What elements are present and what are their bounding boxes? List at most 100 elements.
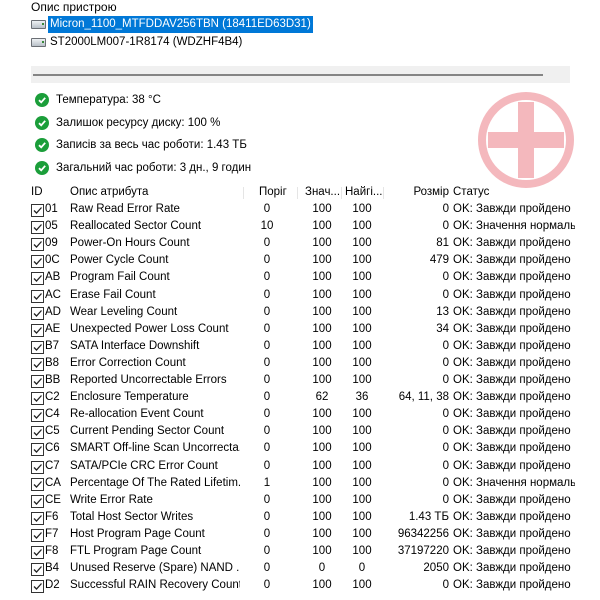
cell-worst: 100 bbox=[352, 408, 372, 421]
row-checkbox[interactable] bbox=[31, 375, 44, 389]
column-header-worst[interactable]: Найгі... bbox=[345, 184, 383, 201]
cell-status: OK: Завжди пройдено bbox=[453, 203, 571, 216]
cell-raw: 0 bbox=[442, 203, 449, 216]
row-checkbox[interactable] bbox=[31, 460, 44, 474]
table-row[interactable]: B4 Unused Reserve (Spare) NAND ... 0 0 0 2050… bbox=[29, 560, 575, 577]
cell-value: 100 bbox=[312, 254, 332, 267]
cell-status: OK: Завжди пройдено bbox=[453, 425, 571, 438]
scrollbar-thumb[interactable] bbox=[33, 74, 543, 76]
table-row[interactable]: CE Write Error Rate 0 100 100 0 OK: Завжди про… bbox=[29, 492, 575, 509]
device-list-horizontal-scrollbar[interactable] bbox=[31, 66, 570, 83]
cell-value: 100 bbox=[312, 288, 332, 301]
row-checkbox[interactable] bbox=[31, 443, 44, 457]
cell-worst: 100 bbox=[352, 476, 372, 489]
row-checkbox[interactable] bbox=[31, 494, 44, 508]
cell-worst: 100 bbox=[352, 288, 372, 301]
cell-worst: 100 bbox=[352, 237, 372, 250]
row-checkbox[interactable] bbox=[31, 580, 44, 594]
table-row[interactable]: AC Erase Fail Count 0 100 100 0 OK: Завжди про… bbox=[29, 287, 575, 304]
row-checkbox[interactable] bbox=[31, 357, 44, 371]
cell-raw: 81 bbox=[436, 237, 449, 250]
cell-worst: 100 bbox=[352, 527, 372, 540]
row-checkbox[interactable] bbox=[31, 204, 44, 218]
cell-raw: 0 bbox=[442, 493, 449, 506]
row-checkbox[interactable] bbox=[31, 563, 44, 577]
status-item: Записів за весь час роботи: 1.43 ТБ bbox=[35, 136, 247, 154]
cell-raw: 0 bbox=[442, 579, 449, 592]
cell-description: Re-allocation Event Count bbox=[70, 408, 204, 421]
cell-worst: 100 bbox=[352, 203, 372, 216]
cell-threshold: 0 bbox=[263, 562, 271, 575]
cell-value: 100 bbox=[312, 322, 332, 335]
cell-description: Host Program Page Count bbox=[70, 527, 205, 540]
cell-worst: 100 bbox=[352, 579, 372, 592]
cell-description: Error Correction Count bbox=[70, 356, 186, 369]
column-header-threshold[interactable]: Поріг bbox=[259, 184, 299, 201]
table-row[interactable]: B7 SATA Interface Downshift 0 100 100 0 OK: За… bbox=[29, 338, 575, 355]
cell-status: OK: Завжди пройдено bbox=[453, 459, 571, 472]
table-row[interactable]: F7 Host Program Page Count 0 100 100 96342256… bbox=[29, 526, 575, 543]
row-checkbox[interactable] bbox=[31, 272, 44, 286]
column-header-id[interactable]: ID bbox=[31, 184, 71, 201]
column-divider[interactable] bbox=[341, 187, 342, 199]
column-divider[interactable] bbox=[297, 187, 298, 199]
table-row[interactable]: CA Percentage Of The Rated Lifetim... 1 100… bbox=[29, 475, 575, 492]
cell-threshold: 0 bbox=[263, 305, 271, 318]
table-row[interactable]: B8 Error Correction Count 0 100 100 0 OK: Завж… bbox=[29, 355, 575, 372]
table-row[interactable]: C4 Re-allocation Event Count 0 100 100 0 OK: З… bbox=[29, 406, 575, 423]
table-row[interactable]: F8 FTL Program Page Count 0 100 100 37197220 O… bbox=[29, 543, 575, 560]
cell-threshold: 0 bbox=[263, 425, 271, 438]
cell-raw: 0 bbox=[442, 220, 449, 233]
row-checkbox[interactable] bbox=[31, 528, 44, 542]
ok-check-icon bbox=[35, 116, 49, 130]
device-item-micron[interactable]: Micron_1100_MTFDDAV256TBN (18411ED63D31) bbox=[31, 16, 313, 33]
table-row[interactable]: C6 SMART Off-line Scan Uncorrecta... 0 100 1… bbox=[29, 440, 575, 457]
cell-status: OK: Завжди пройдено bbox=[453, 374, 571, 387]
table-row[interactable]: 01 Raw Read Error Rate 0 100 100 0 OK: Завжди … bbox=[29, 201, 575, 218]
row-checkbox[interactable] bbox=[31, 545, 44, 559]
row-checkbox[interactable] bbox=[31, 477, 44, 491]
cell-status: OK: Значення нормальне bbox=[453, 476, 575, 489]
cell-description: Current Pending Sector Count bbox=[70, 425, 225, 438]
cell-raw: 479 bbox=[429, 254, 449, 267]
row-checkbox[interactable] bbox=[31, 392, 44, 406]
row-checkbox[interactable] bbox=[31, 409, 44, 423]
column-divider[interactable] bbox=[243, 187, 244, 199]
column-header-status[interactable]: Статус bbox=[453, 184, 575, 201]
table-row[interactable]: AE Unexpected Power Loss Count 0 100 100 34 OK… bbox=[29, 321, 575, 338]
device-item-seagate[interactable]: ST2000LM007-1R8174 (WDZHF4B4) bbox=[31, 34, 244, 51]
table-row[interactable]: 09 Power-On Hours Count 0 100 100 81 OK: Завжд… bbox=[29, 235, 575, 252]
table-row[interactable]: C5 Current Pending Sector Count 0 100 100 0 OK… bbox=[29, 423, 575, 440]
table-row[interactable]: D2 Successful RAIN Recovery Count 0 100 100 0… bbox=[29, 577, 575, 594]
column-header-description[interactable]: Опис атрибута bbox=[70, 184, 240, 201]
table-row[interactable]: AD Wear Leveling Count 0 100 100 13 OK: Завжди… bbox=[29, 304, 575, 321]
cell-threshold: 0 bbox=[263, 408, 271, 421]
table-row[interactable]: C2 Enclosure Temperature 0 62 36 64, 11, 38 OK… bbox=[29, 389, 575, 406]
row-checkbox[interactable] bbox=[31, 340, 44, 354]
table-row[interactable]: F6 Total Host Sector Writes 0 100 100 1.43 ТБ… bbox=[29, 509, 575, 526]
row-checkbox[interactable] bbox=[31, 221, 44, 235]
cell-status: OK: Завжди пройдено bbox=[453, 339, 571, 352]
row-checkbox[interactable] bbox=[31, 511, 44, 525]
cell-status: OK: Завжди пройдено bbox=[453, 356, 571, 369]
column-header-value[interactable]: Знач... bbox=[305, 184, 343, 201]
status-text: Загальний час роботи: 3 дн., 9 годин bbox=[56, 162, 252, 174]
table-row[interactable]: C7 SATA/PCIe CRC Error Count 0 100 100 0 OK: З… bbox=[29, 458, 575, 475]
table-row[interactable]: 05 Reallocated Sector Count 10 100 100 0 OK: З… bbox=[29, 218, 575, 235]
cell-description: SMART Off-line Scan Uncorrecta... bbox=[70, 442, 240, 455]
cell-threshold: 0 bbox=[263, 544, 271, 557]
cell-description: Erase Fail Count bbox=[70, 288, 156, 301]
row-checkbox[interactable] bbox=[31, 255, 44, 269]
row-checkbox[interactable] bbox=[31, 289, 44, 303]
cell-value: 100 bbox=[312, 374, 332, 387]
cell-worst: 0 bbox=[358, 562, 366, 575]
column-header-raw[interactable]: Розмір bbox=[381, 184, 449, 201]
table-row[interactable]: BB Reported Uncorrectable Errors 0 100 100 0 O… bbox=[29, 372, 575, 389]
table-row[interactable]: AB Program Fail Count 0 100 100 0 OK: Завжди п… bbox=[29, 269, 575, 286]
row-checkbox[interactable] bbox=[31, 238, 44, 252]
table-row[interactable]: 0C Power Cycle Count 0 100 100 479 OK: Завжди … bbox=[29, 252, 575, 269]
row-checkbox[interactable] bbox=[31, 306, 44, 320]
row-checkbox[interactable] bbox=[31, 323, 44, 337]
row-checkbox[interactable] bbox=[31, 426, 44, 440]
cell-worst: 100 bbox=[352, 271, 372, 284]
